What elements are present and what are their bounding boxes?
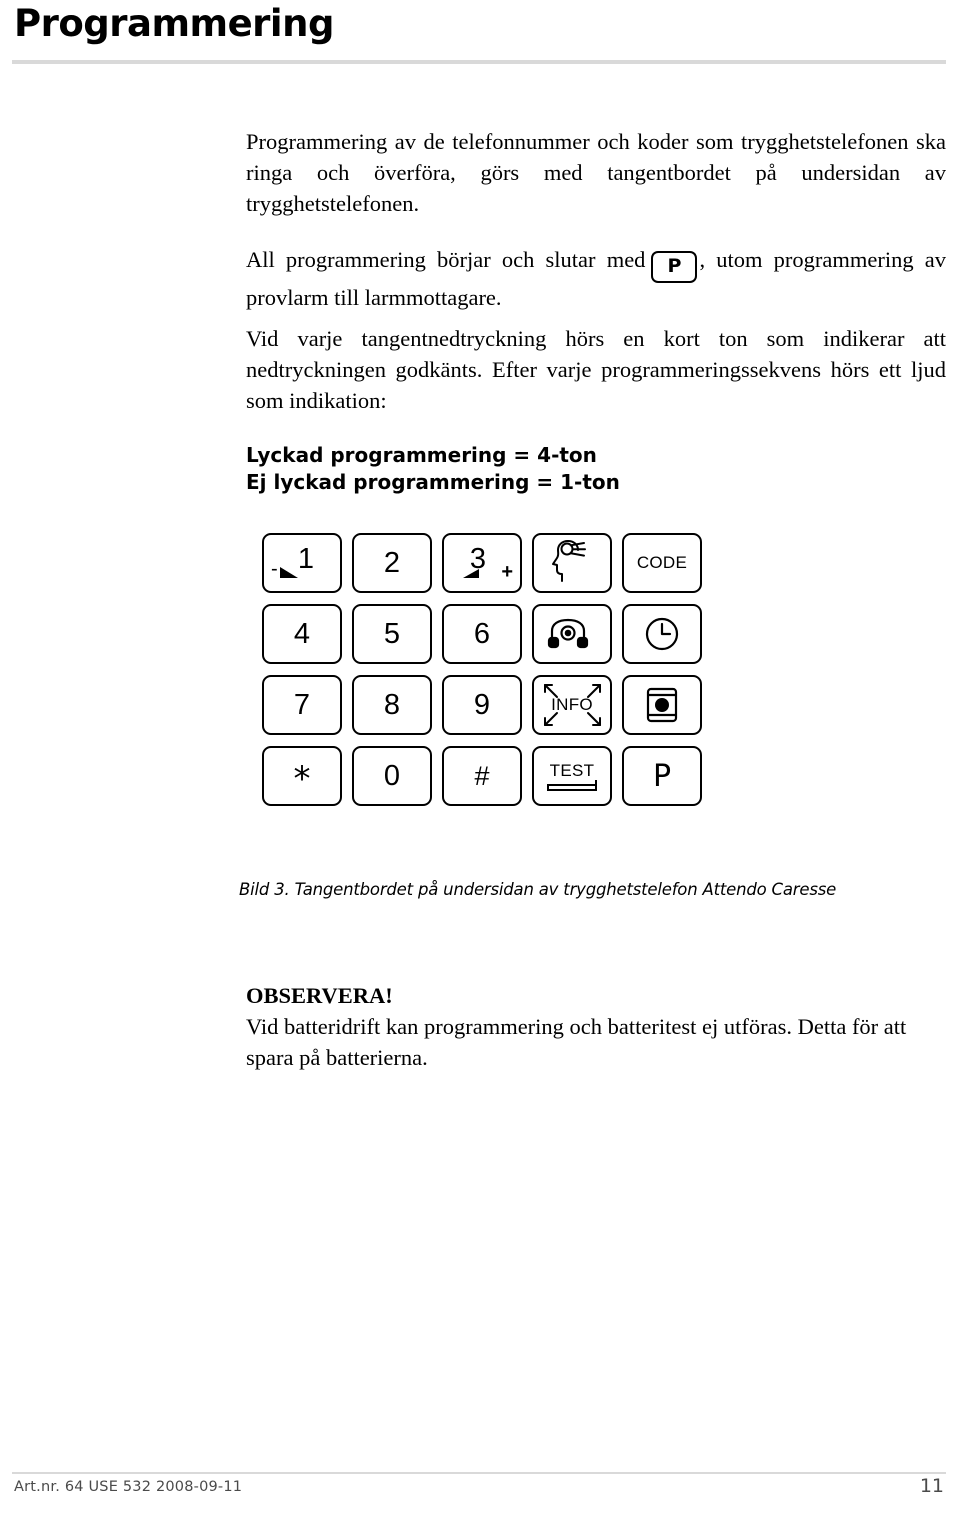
key-6-label: 6 xyxy=(473,617,491,650)
key-4-label: 4 xyxy=(293,617,311,650)
footer-page-number: 11 xyxy=(919,1475,944,1497)
keypad-row: 4 5 6 xyxy=(262,604,702,664)
key-test: TEST xyxy=(532,746,612,806)
clock-icon xyxy=(644,616,680,652)
key-5-label: 5 xyxy=(383,617,401,650)
key-9-label: 9 xyxy=(473,688,491,721)
paragraph-p-key: All programmering börjar och slutar med P… xyxy=(246,244,946,313)
battery-bar-icon xyxy=(547,780,597,791)
volume-up-wedge-icon xyxy=(463,569,479,578)
key-3: 3 + xyxy=(442,533,522,593)
key-code: CODE xyxy=(622,533,702,593)
key-p: P xyxy=(622,746,702,806)
paragraph-intro: Programmering av de telefonnummer och ko… xyxy=(246,129,946,216)
key-p-label: P xyxy=(652,758,672,794)
key-8-label: 8 xyxy=(383,688,401,721)
key-hash: # xyxy=(442,746,522,806)
key-0-label: 0 xyxy=(383,759,401,792)
figure-caption: Bild 3. Tangentbordet på undersidan av t… xyxy=(239,880,837,899)
tone-indications: Lyckad programmering = 4-ton Ej lyckad p… xyxy=(246,442,946,496)
key-4: 4 xyxy=(262,604,342,664)
note-text: Vid batteridrift kan programmering och b… xyxy=(246,1014,907,1070)
keypad-row: * 0 # TEST P xyxy=(262,746,702,806)
tone-failure: Ej lyckad programmering = 1-ton xyxy=(246,470,620,494)
key-test-label: TEST xyxy=(549,761,595,780)
keypad-diagram: 1 - 2 3 + CODE 4 5 6 7 8 9 INFO * 0 # TE… xyxy=(262,533,702,817)
note-block: OBSERVERA! Vid batteridrift kan programm… xyxy=(246,980,946,1073)
note-title: OBSERVERA! xyxy=(246,983,393,1008)
alarm-button-icon xyxy=(642,684,682,726)
paragraph-p-key-part1: All programmering börjar och slutar med xyxy=(246,247,646,272)
key-phone xyxy=(532,604,612,664)
key-speech xyxy=(532,533,612,593)
key-9: 9 xyxy=(442,675,522,735)
key-8: 8 xyxy=(352,675,432,735)
key-1: 1 - xyxy=(262,533,342,593)
key-2-label: 2 xyxy=(383,546,401,579)
telephone-icon xyxy=(546,617,598,651)
key-star-label: * xyxy=(293,759,311,800)
key-5: 5 xyxy=(352,604,432,664)
body-content: Programmering av de telefonnummer och ko… xyxy=(246,126,946,496)
plus-icon: + xyxy=(501,561,513,583)
key-info: INFO xyxy=(532,675,612,735)
key-star: * xyxy=(262,746,342,806)
p-key-inline-icon: P xyxy=(651,251,698,283)
footer-divider xyxy=(12,1472,946,1474)
key-0: 0 xyxy=(352,746,432,806)
document-page: Programmering Programmering av de telefo… xyxy=(0,0,960,1524)
key-1-label: 1 xyxy=(297,542,315,575)
info-arrows-icon xyxy=(534,677,610,733)
paragraph-tones: Vid varje tangentnedtryckning hörs en ko… xyxy=(246,326,946,413)
key-clock xyxy=(622,604,702,664)
keypad-row: 1 - 2 3 + CODE xyxy=(262,533,702,593)
title-divider xyxy=(12,60,946,64)
key-code-label: CODE xyxy=(636,553,688,572)
key-hash-label: # xyxy=(474,760,490,791)
volume-down-wedge-icon xyxy=(280,567,298,578)
key-7-label: 7 xyxy=(293,688,311,721)
tone-success: Lyckad programmering = 4-ton xyxy=(246,443,597,467)
key-alarm-button xyxy=(622,675,702,735)
footer-article-number: Art.nr. 64 USE 532 2008-09-11 xyxy=(14,1479,243,1495)
page-title: Programmering xyxy=(14,2,334,45)
key-2: 2 xyxy=(352,533,432,593)
speech-head-icon xyxy=(544,540,600,586)
key-7: 7 xyxy=(262,675,342,735)
keypad-row: 7 8 9 INFO xyxy=(262,675,702,735)
key-6: 6 xyxy=(442,604,522,664)
minus-icon: - xyxy=(271,558,278,580)
